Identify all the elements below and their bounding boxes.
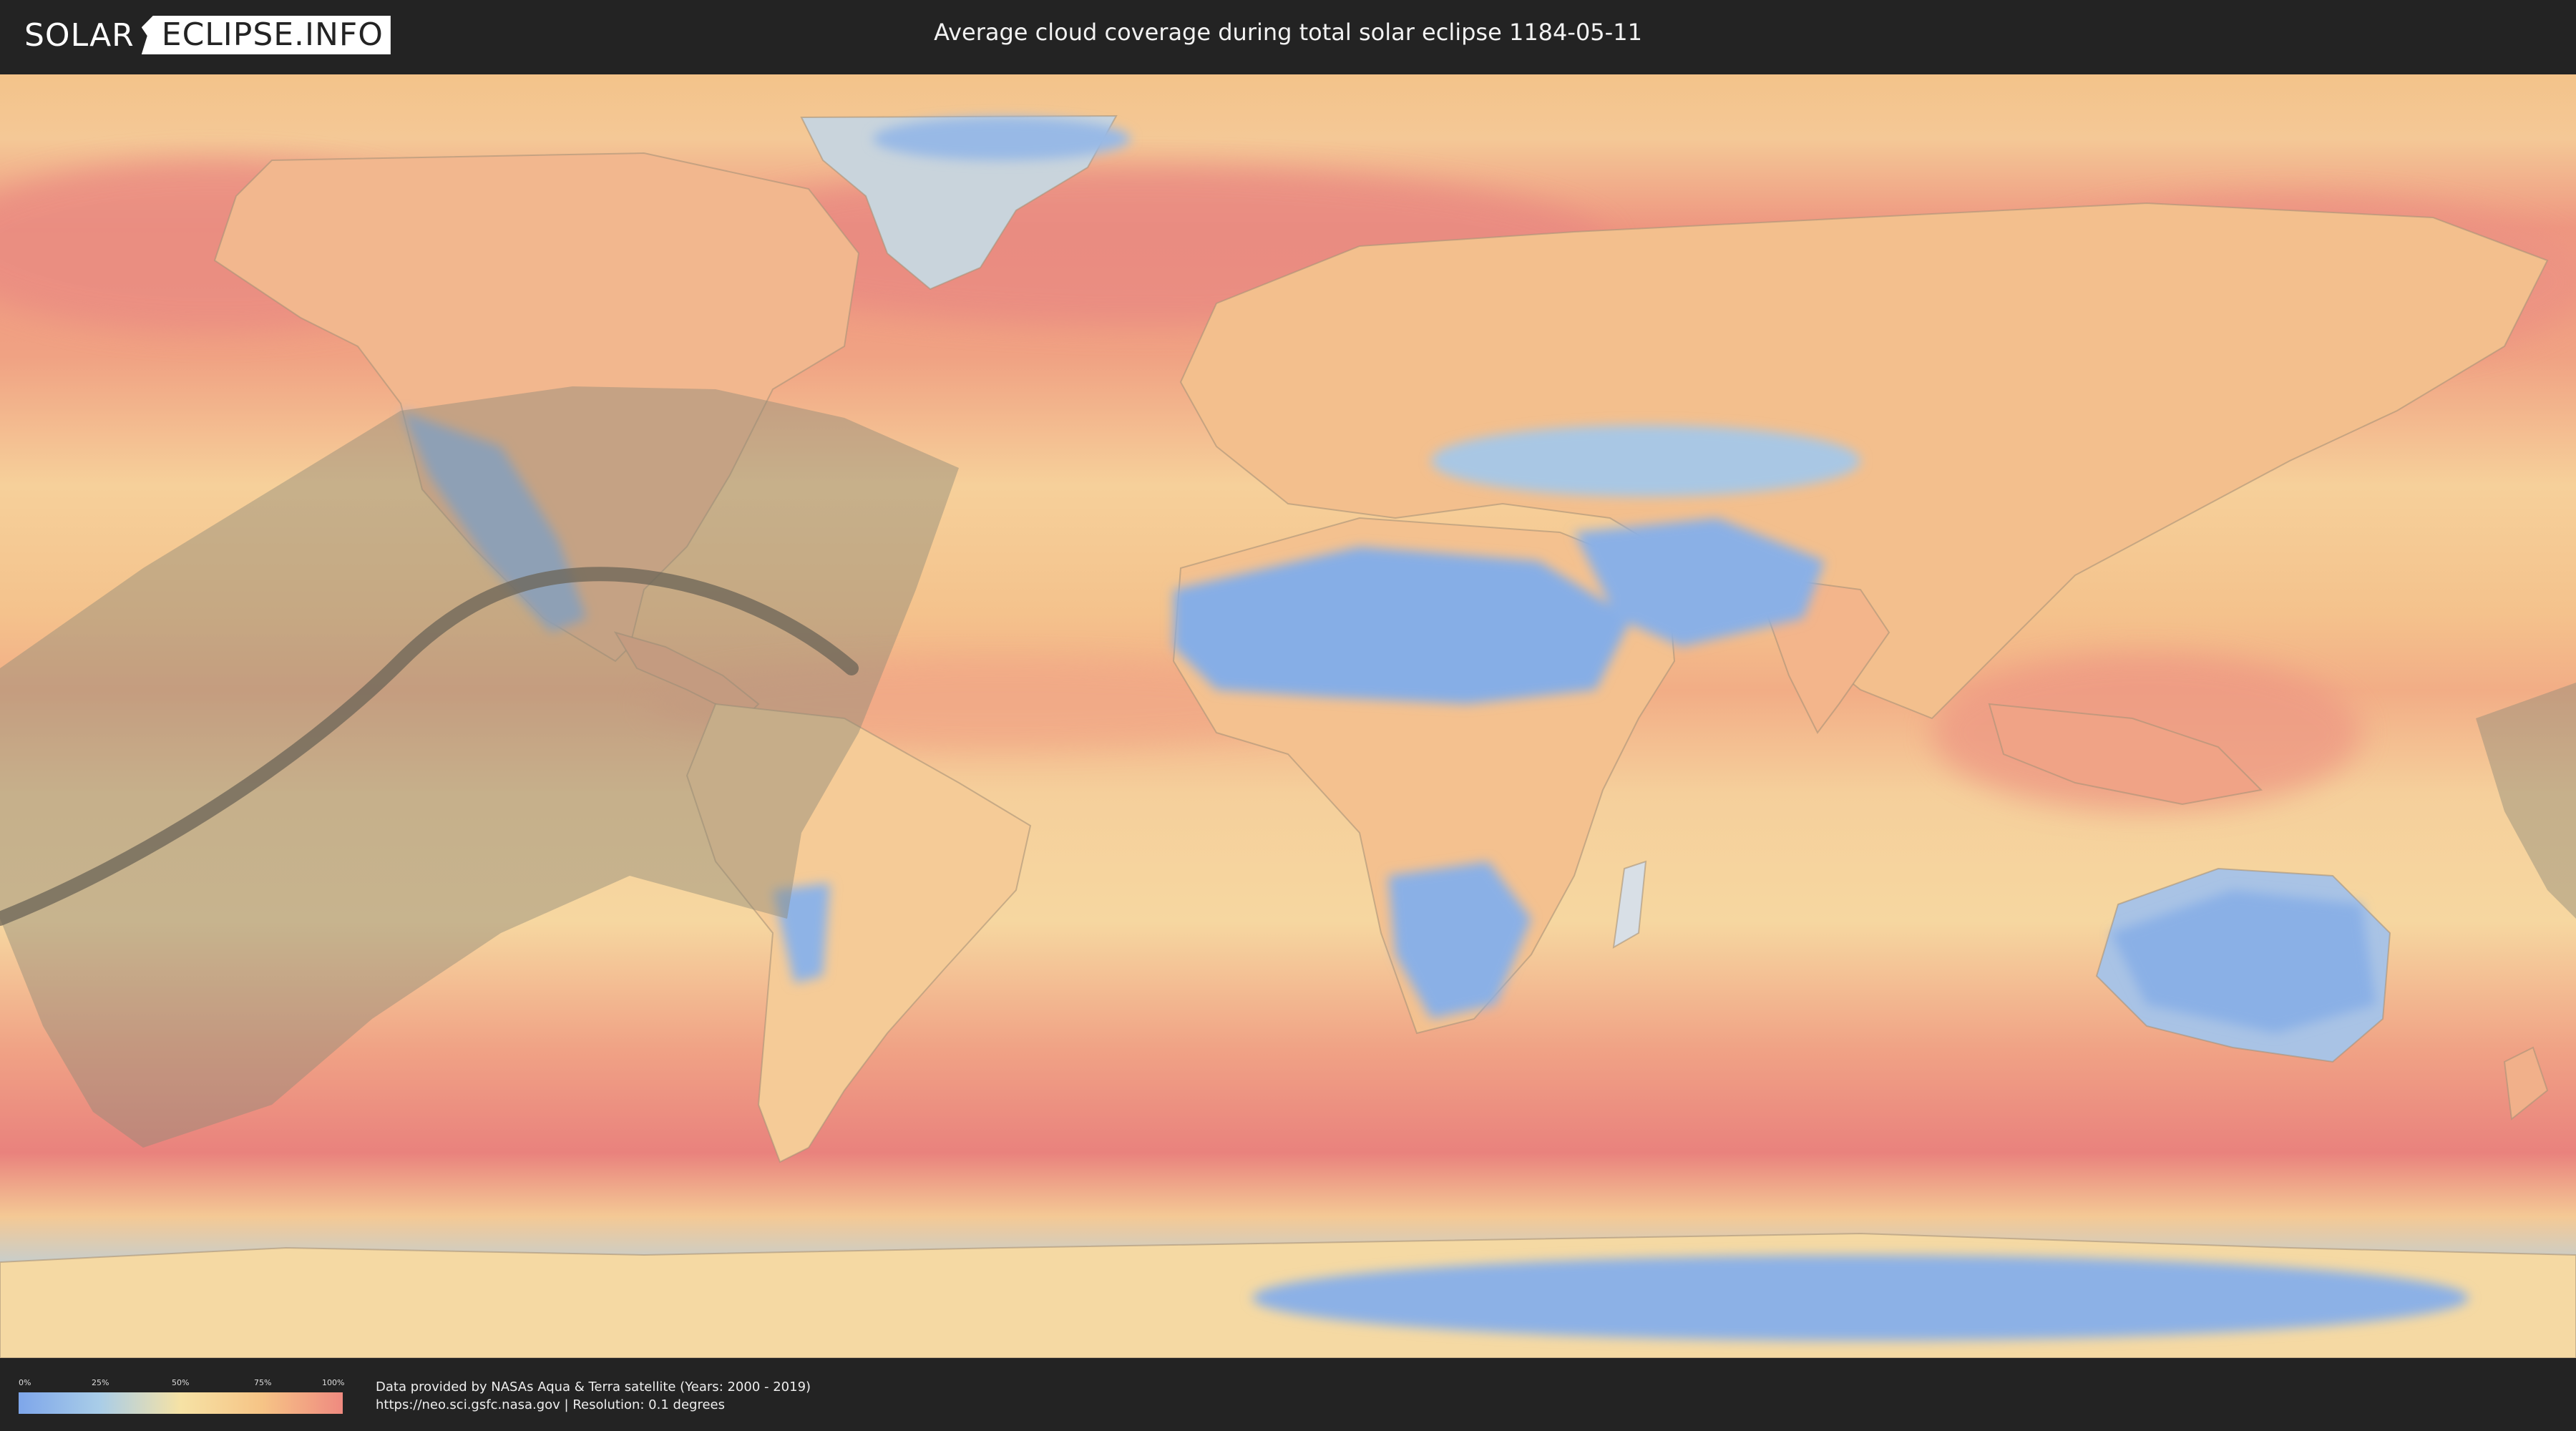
legend-tick-100: 100%	[322, 1378, 345, 1387]
page-title: Average cloud coverage during total sola…	[934, 19, 1642, 46]
world-map-svg	[0, 74, 2576, 1358]
data-source-resolution: https://neo.sci.gsfc.nasa.gov | Resoluti…	[376, 1397, 725, 1412]
footer-bar	[0, 1358, 2576, 1431]
cloud-coverage-map[interactable]	[0, 74, 2576, 1358]
legend-tick-0: 0%	[19, 1378, 31, 1387]
header-bar: SOLAR ECLIPSE.INFO Average cloud coverag…	[0, 0, 2576, 72]
legend-tick-25: 25%	[92, 1378, 109, 1387]
legend-tick-75: 75%	[254, 1378, 272, 1387]
cloud-coverage-legend-bar	[19, 1392, 343, 1414]
legend-tick-50: 50%	[172, 1378, 190, 1387]
data-credit: Data provided by NASAs Aqua & Terra sate…	[376, 1379, 811, 1395]
